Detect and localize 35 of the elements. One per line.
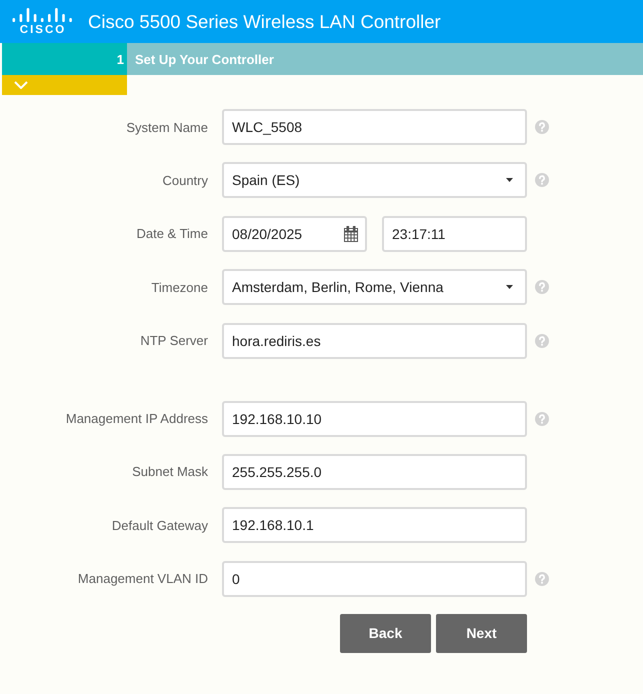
caret-icon [506,178,513,182]
field-label: Default Gateway [112,518,208,533]
dropdown[interactable]: Spain (ES) [222,162,527,198]
logo-text: CISCO [18,24,66,36]
field-label: Management VLAN ID [78,571,208,586]
date-field[interactable]: 08/20/2025 [222,216,367,252]
logo-bars-icon [12,8,72,22]
input-field[interactable]: 192.168.10.10 [222,400,527,437]
dropdown[interactable]: Amsterdam, Berlin, Rome, Vienna [222,269,527,306]
help-icon[interactable] [535,280,549,294]
app-title: Cisco 5500 Series Wireless LAN Controller [88,10,441,32]
field-label: NTP Server [140,333,208,348]
help-icon[interactable] [535,572,549,586]
help-icon[interactable] [535,334,549,348]
nav-button[interactable]: Next [436,614,527,653]
caret-icon [506,285,513,290]
field-label: Subnet Mask [132,464,208,480]
help-icon[interactable] [535,120,549,134]
expand-toggle[interactable] [2,75,127,95]
input-field[interactable]: WLC_5508 [222,109,527,145]
calendar-icon[interactable] [344,226,358,242]
input-field[interactable]: hora.rediris.es [222,322,527,359]
time-field[interactable]: 23:17:11 [382,216,527,252]
step-number: 1 [2,43,127,75]
field-label: Country [162,172,208,188]
nav-button[interactable]: Back [340,614,431,653]
field-label: Timezone [151,280,208,295]
field-label: System Name [126,120,208,134]
input-field[interactable]: 192.168.10.1 [222,507,527,544]
help-icon[interactable] [535,173,549,188]
input-field[interactable]: 0 [222,560,527,597]
field-label: Date & Time [136,226,208,242]
field-label: Management IP Address [66,411,208,426]
input-field[interactable]: 255.255.255.0 [222,454,527,490]
help-icon[interactable] [535,412,549,426]
